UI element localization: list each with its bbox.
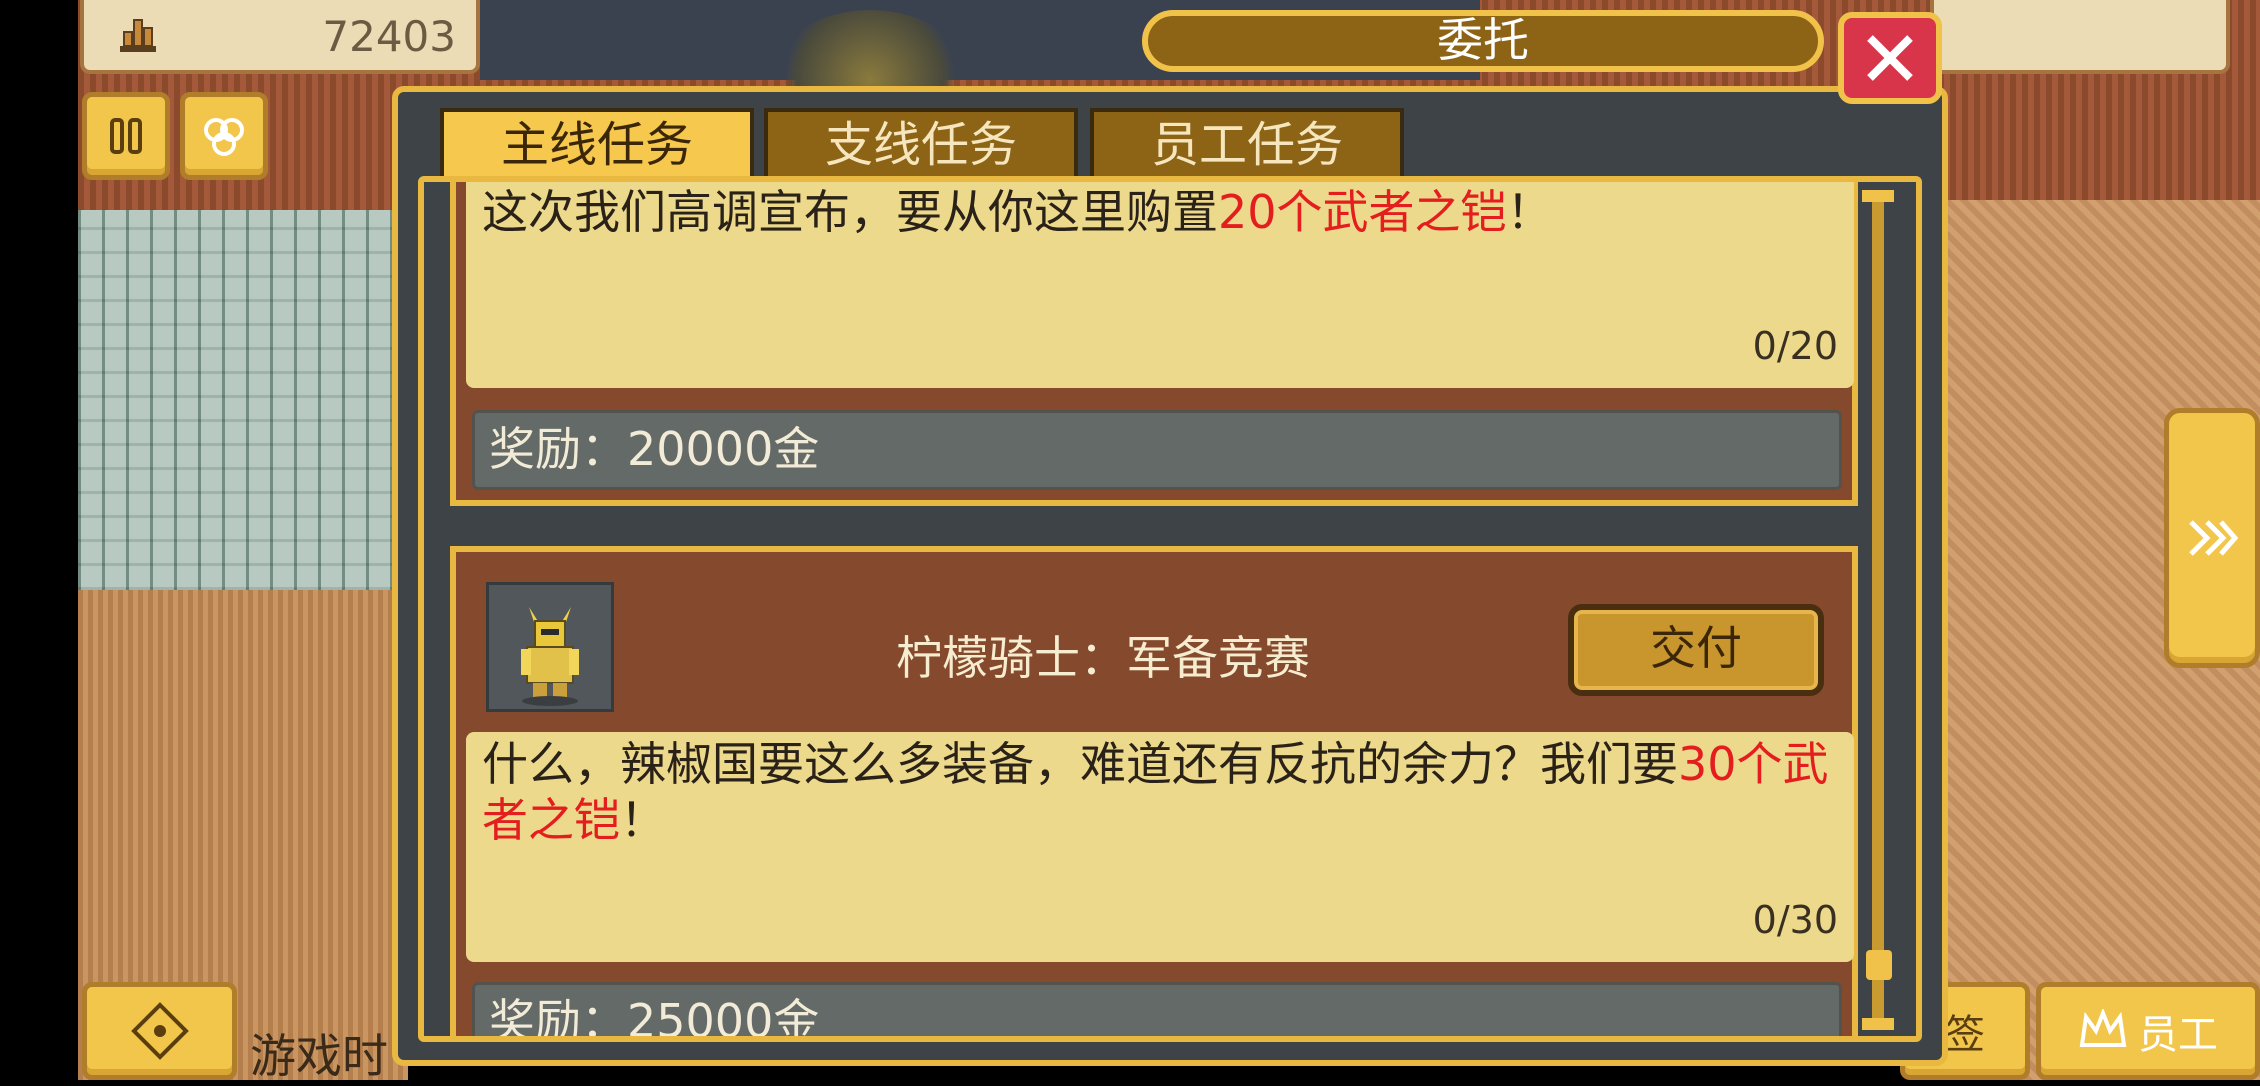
background-tile-floor: [78, 210, 408, 590]
quest-name: 柠檬骑士：军备竞赛: [896, 631, 1310, 685]
money-amount: 72403: [322, 12, 456, 61]
quest-card: 这次我们高调宣布，要从你这里购置20个武者之铠！ 0/20 奖励：20000金: [450, 182, 1858, 506]
scrollbar-track[interactable]: [1872, 190, 1884, 1030]
quest-desc-text: 什么，辣椒国要这么多装备，难道还有反抗的余力？我们要: [482, 737, 1678, 791]
tab-side-quests[interactable]: 支线任务: [764, 108, 1078, 180]
game-time-label: 游戏时: [250, 1029, 388, 1083]
next-page-button[interactable]: [2164, 408, 2260, 668]
double-chevron-right-icon: [2189, 520, 2239, 556]
quest-reward: 奖励：25000金: [472, 982, 1842, 1036]
quest-description: 这次我们高调宣布，要从你这里购置20个武者之铠！ 0/20: [466, 182, 1854, 388]
knight-portrait: [486, 582, 614, 712]
top-right-bar: [1930, 0, 2230, 74]
staff-button[interactable]: 员工: [2036, 982, 2260, 1080]
scrollbar-thumb[interactable]: [1866, 950, 1892, 980]
quest-progress: 0/30: [1752, 898, 1838, 942]
quest-description: 什么，辣椒国要这么多装备，难道还有反抗的余力？我们要30个武者之铠！ 0/30: [466, 732, 1854, 962]
lemon-knight-icon: [521, 607, 579, 706]
quest-card: 柠檬骑士：军备竞赛 交付 什么，辣椒国要这么多装备，难道还有反抗的余力？我们要3…: [450, 546, 1858, 1036]
tab-main-quests[interactable]: 主线任务: [440, 108, 754, 180]
money-bar: 72403: [80, 0, 480, 74]
buildings-icon: [120, 19, 156, 52]
scrollbar-cap-top: [1862, 190, 1894, 202]
quest-desc-suffix: ！: [1506, 185, 1553, 239]
crown-icon: [2079, 1009, 2127, 1047]
tag-label: 签: [1945, 1012, 1985, 1058]
close-button[interactable]: [1838, 12, 1942, 104]
deliver-button[interactable]: 交付: [1568, 604, 1824, 696]
quest-desc-highlight: 20个武者之铠: [1218, 185, 1507, 239]
gems-button[interactable]: [180, 92, 268, 180]
quest-list[interactable]: 这次我们高调宣布，要从你这里购置20个武者之铠！ 0/20 奖励：20000金 …: [418, 176, 1922, 1042]
dialog-title: 委托: [1142, 10, 1824, 72]
close-icon: [1867, 35, 1913, 81]
pause-button[interactable]: [82, 92, 170, 180]
staff-label: 员工: [2138, 1012, 2218, 1058]
pause-icon: [110, 118, 142, 154]
quest-desc-text: 这次我们高调宣布，要从你这里购置: [482, 185, 1218, 239]
map-button[interactable]: [82, 982, 237, 1080]
scrollbar-cap-bottom: [1862, 1018, 1894, 1030]
quest-progress: 0/20: [1752, 324, 1838, 368]
gems-icon: [204, 118, 244, 156]
quest-reward: 奖励：20000金: [472, 410, 1842, 490]
tab-staff-quests[interactable]: 员工任务: [1090, 108, 1404, 180]
quest-desc-suffix: ！: [620, 793, 666, 847]
compass-icon: [130, 1002, 189, 1060]
